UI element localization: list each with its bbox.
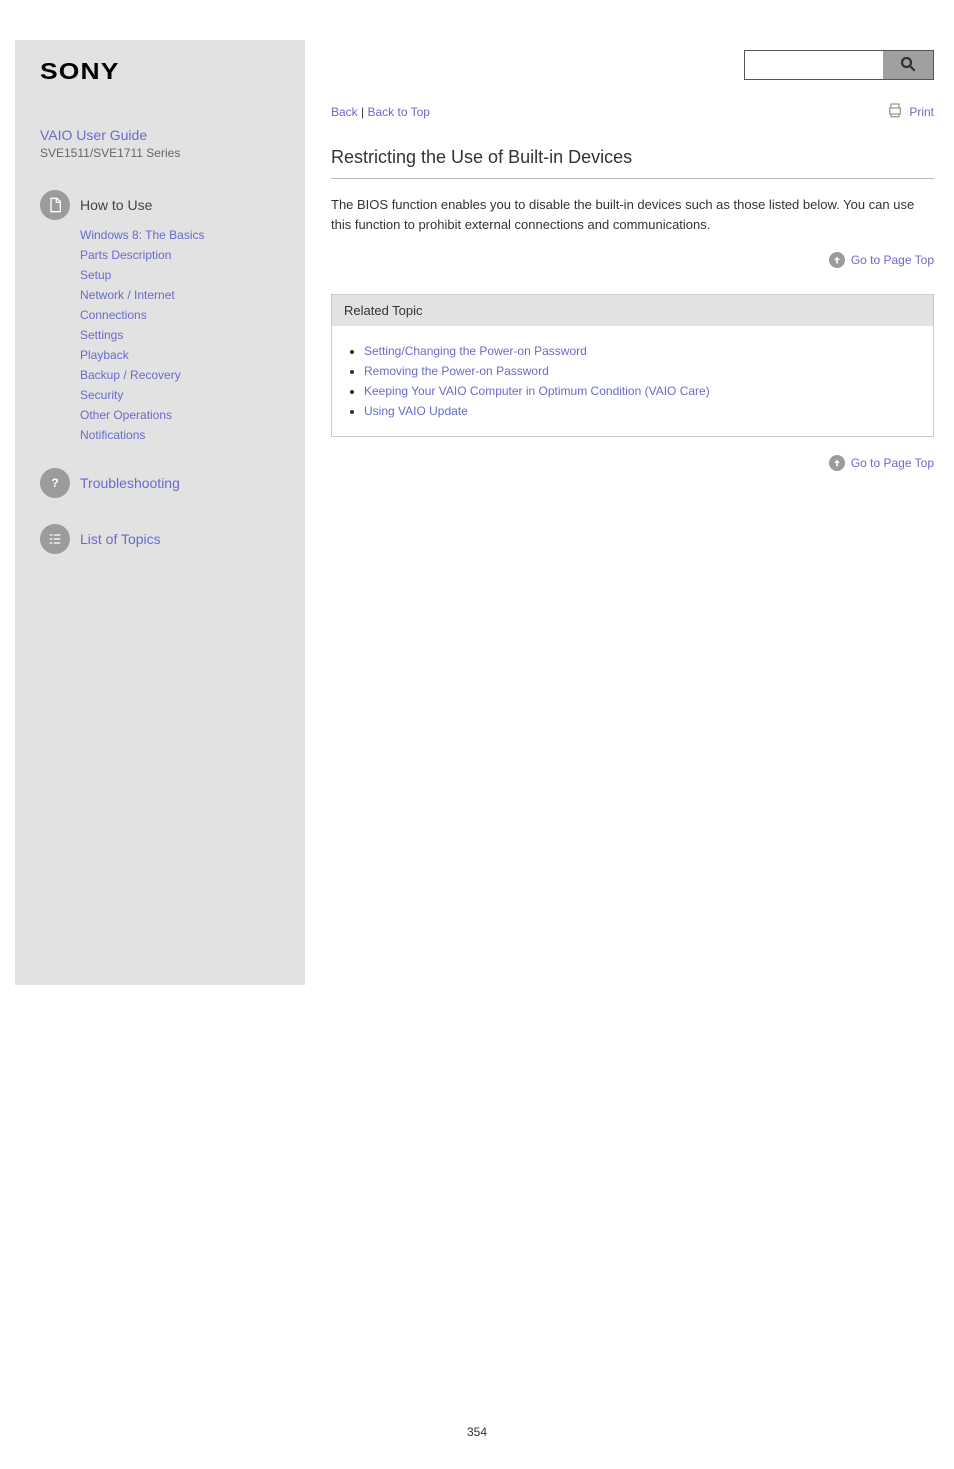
- nav-how-to-use: How to Use Windows 8: The Basics Parts D…: [40, 190, 280, 442]
- article-body: The BIOS function enables you to disable…: [331, 195, 934, 234]
- related-item-1[interactable]: Removing the Power-on Password: [364, 364, 549, 378]
- document-icon: [40, 190, 70, 220]
- nav-list-of-topics: List of Topics: [40, 524, 280, 554]
- goto-page-top-link-2[interactable]: Go to Page Top: [851, 456, 934, 470]
- sidebar-item-playback[interactable]: Playback: [80, 348, 129, 362]
- product-title-link[interactable]: VAIO User Guide: [40, 127, 280, 143]
- search-icon: [899, 55, 917, 76]
- sidebar-item-settings[interactable]: Settings: [80, 328, 123, 342]
- sidebar-item-windows8[interactable]: Windows 8: The Basics: [80, 228, 205, 242]
- article: Restricting the Use of Built-in Devices …: [331, 147, 934, 234]
- how-to-use-list: Windows 8: The Basics Parts Description …: [40, 228, 280, 442]
- arrow-up-icon: [829, 252, 845, 268]
- search-box: [744, 50, 934, 80]
- sidebar-item-network[interactable]: Network / Internet: [80, 288, 175, 302]
- arrow-up-icon: [829, 455, 845, 471]
- sidebar-item-connections[interactable]: Connections: [80, 308, 147, 322]
- related-list: Setting/Changing the Power-on Password R…: [332, 326, 933, 436]
- print-label: Print: [909, 105, 934, 119]
- sidebar-item-security[interactable]: Security: [80, 388, 123, 402]
- search-button[interactable]: [883, 51, 933, 79]
- print-button[interactable]: Print: [887, 102, 934, 121]
- sidebar: SONY VAIO User Guide SVE1511/SVE1711 Ser…: [15, 40, 305, 985]
- sidebar-item-troubleshooting[interactable]: Troubleshooting: [80, 475, 180, 491]
- page-number: 354: [0, 1425, 954, 1469]
- breadcrumb-back[interactable]: Back: [331, 105, 358, 119]
- breadcrumb-back-to-top[interactable]: Back to Top: [367, 105, 429, 119]
- printer-icon: [887, 102, 903, 121]
- sidebar-item-backup[interactable]: Backup / Recovery: [80, 368, 181, 382]
- sidebar-item-other[interactable]: Other Operations: [80, 408, 172, 422]
- list-icon: [40, 524, 70, 554]
- sidebar-item-notifications[interactable]: Notifications: [80, 428, 145, 442]
- question-icon: ?: [40, 468, 70, 498]
- article-title: Restricting the Use of Built-in Devices: [331, 147, 934, 179]
- nav-head-label: How to Use: [80, 197, 152, 213]
- nav-head-how-to-use: How to Use: [40, 190, 280, 220]
- goto-top-lower: Go to Page Top: [331, 455, 934, 471]
- sidebar-item-setup[interactable]: Setup: [80, 268, 111, 282]
- sidebar-item-list-of-topics[interactable]: List of Topics: [80, 531, 161, 547]
- related-head: Related Topic: [332, 295, 933, 326]
- model-label: SVE1511/SVE1711 Series: [40, 146, 280, 160]
- svg-text:?: ?: [51, 476, 58, 490]
- search-input[interactable]: [745, 51, 883, 79]
- goto-page-top-link[interactable]: Go to Page Top: [851, 253, 934, 267]
- nav-troubleshooting: ? Troubleshooting: [40, 468, 280, 498]
- related-item-2[interactable]: Keeping Your VAIO Computer in Optimum Co…: [364, 384, 710, 398]
- related-item-3[interactable]: Using VAIO Update: [364, 404, 468, 418]
- related-item-0[interactable]: Setting/Changing the Power-on Password: [364, 344, 587, 358]
- breadcrumb: Back | Back to Top: [331, 105, 430, 119]
- topbar: [331, 40, 934, 90]
- breadcrumb-row: Back | Back to Top Print: [331, 102, 934, 121]
- related-topics: Related Topic Setting/Changing the Power…: [331, 294, 934, 437]
- goto-top-upper: Go to Page Top: [331, 252, 934, 268]
- brand-logo: SONY: [40, 58, 316, 85]
- sidebar-item-parts[interactable]: Parts Description: [80, 248, 171, 262]
- main-content: Back | Back to Top Print Restricting the…: [305, 40, 934, 471]
